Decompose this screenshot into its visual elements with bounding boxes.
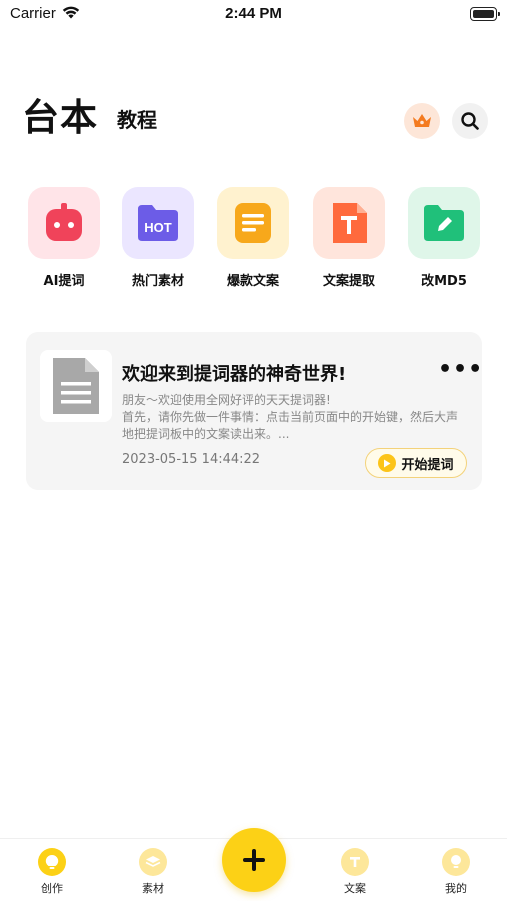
tab-script[interactable]: 台本 <box>22 87 98 141</box>
card-description: 朋友～欢迎使用全网好评的天天提词器! 首先，请你先做一件事情：点击当前页面中的开… <box>122 392 462 443</box>
description-line: 朋友～欢迎使用全网好评的天天提词器! <box>122 393 331 407</box>
edit-folder-icon <box>408 187 480 259</box>
layers-icon <box>139 848 167 876</box>
card-timestamp: 2023-05-15 14:44:22 <box>122 452 261 467</box>
start-prompt-label: 开始提词 <box>401 457 454 473</box>
shortcut-ai-prompt[interactable]: AI提词 <box>27 187 101 289</box>
svg-text:HOT: HOT <box>144 220 172 235</box>
nav-label: 素材 <box>142 882 164 895</box>
card-title: 欢迎来到提词器的神奇世界! <box>122 364 347 385</box>
play-icon <box>378 454 397 472</box>
more-options-icon[interactable]: ••• <box>438 359 483 381</box>
shortcut-change-md5[interactable]: 改MD5 <box>407 187 481 289</box>
shortcut-label: 文案提取 <box>322 274 375 289</box>
description-line: 首先，请你先做一件事情：点击当前页面中的开始键，然后大声地把提词板中的文案读出来… <box>122 410 459 441</box>
shortcut-label: AI提词 <box>43 274 85 289</box>
nav-label: 我的 <box>445 882 467 895</box>
nav-item-mine[interactable]: 我的 <box>426 848 486 896</box>
nav-label: 创作 <box>41 882 63 895</box>
nav-item-copy[interactable]: 文案 <box>325 848 385 896</box>
document-thumbnail <box>40 350 112 422</box>
profile-icon <box>442 848 470 876</box>
plus-icon <box>243 849 265 871</box>
bulb-icon <box>38 848 66 876</box>
nav-label: 文案 <box>344 882 366 895</box>
shortcut-label: 爆款文案 <box>226 274 279 289</box>
document-icon <box>217 187 289 259</box>
start-prompt-button[interactable]: 开始提词 <box>365 448 467 478</box>
nav-item-material[interactable]: 素材 <box>123 848 183 896</box>
file-icon <box>53 358 99 414</box>
shortcut-label: 改MD5 <box>421 274 467 289</box>
shortcut-hot-material[interactable]: HOT 热门素材 <box>121 187 195 289</box>
nav-item-create[interactable]: 创作 <box>22 848 82 896</box>
shortcut-viral-copy[interactable]: 爆款文案 <box>216 187 290 289</box>
clock: 2:44 PM <box>225 5 282 22</box>
script-card[interactable]: 欢迎来到提词器的神奇世界! ••• 朋友～欢迎使用全网好评的天天提词器! 首先，… <box>26 332 482 490</box>
text-icon <box>341 848 369 876</box>
shortcut-text-extract[interactable]: 文案提取 <box>312 187 386 289</box>
add-script-button[interactable] <box>222 828 286 892</box>
robot-icon <box>28 187 100 259</box>
vip-button[interactable] <box>404 103 440 139</box>
battery-icon <box>470 7 500 21</box>
crown-icon <box>413 114 431 127</box>
hot-folder-icon: HOT <box>122 187 194 259</box>
tab-tutorial[interactable]: 教程 <box>117 104 157 133</box>
search-icon <box>461 112 479 130</box>
status-bar: Carrier 2:44 PM <box>0 0 507 30</box>
shortcut-label: 热门素材 <box>131 274 184 289</box>
search-button[interactable] <box>452 103 488 139</box>
text-extract-icon <box>313 187 385 259</box>
